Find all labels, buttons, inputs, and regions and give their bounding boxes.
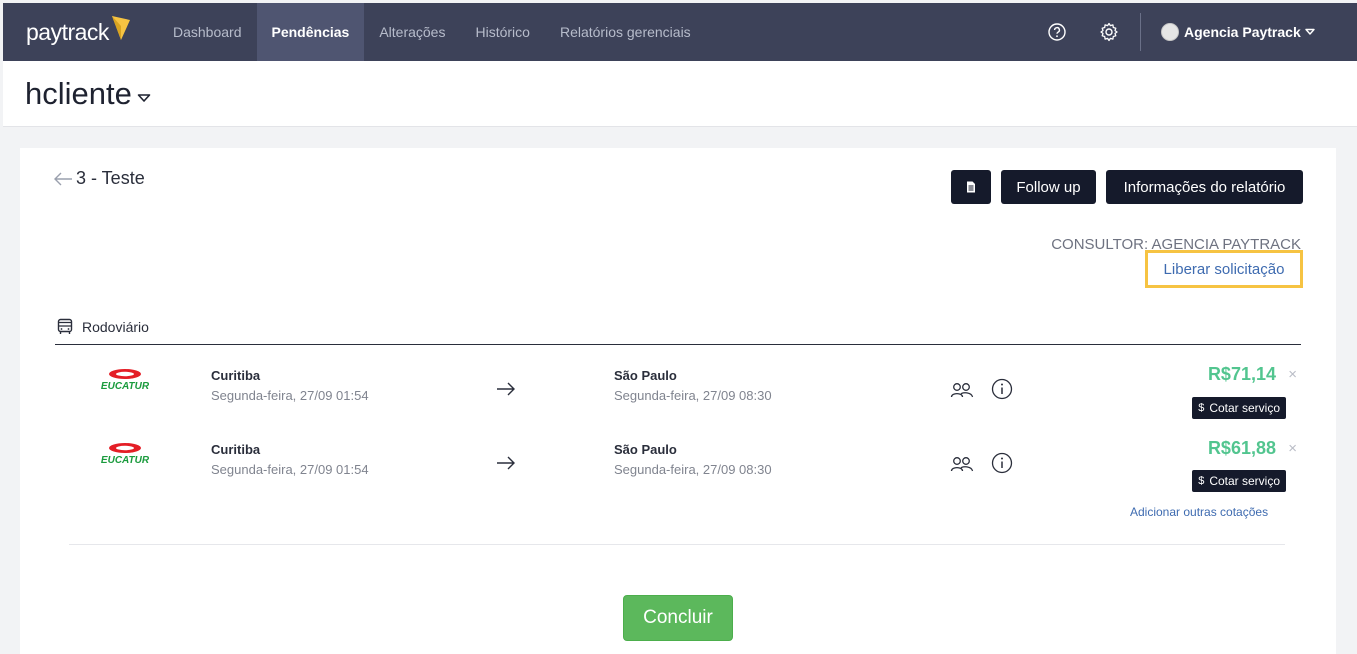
client-name: hcliente [25, 76, 132, 111]
help-icon[interactable] [1046, 21, 1068, 43]
nav-historico[interactable]: Histórico [460, 3, 544, 61]
bus-icon [57, 318, 73, 334]
back-link[interactable]: 3 - Teste [53, 168, 145, 189]
dollar-icon: $ [1198, 475, 1205, 487]
nav-relatorios-gerenciais[interactable]: Relatórios gerenciais [545, 3, 706, 61]
chevron-down-icon [137, 94, 151, 102]
trip-price: R$71,14 [1207, 364, 1276, 384]
cotar-servico-label: Cotar serviço [1209, 401, 1280, 415]
trip-row: EUCATUR Curitiba Segunda-feira, 27/09 01… [55, 360, 1301, 426]
document-icon [967, 181, 975, 193]
avatar [1161, 23, 1179, 41]
top-navbar: paytrack Dashboard Pendências Alterações… [3, 3, 1357, 61]
list-divider [69, 544, 1285, 545]
nav-alteracoes[interactable]: Alterações [364, 3, 460, 61]
logo-text: paytrack [26, 18, 109, 45]
origin-city: Curitiba [211, 368, 261, 383]
origin-date: Segunda-feira, 27/09 01:54 [211, 388, 369, 403]
document-button[interactable] [951, 170, 991, 204]
section-rodoviario: Rodoviário [56, 318, 149, 336]
info-icon[interactable] [991, 452, 1013, 474]
arrow-right-icon [497, 382, 515, 396]
add-quotes-link[interactable]: Adicionar outras cotações [1130, 505, 1268, 519]
logo-arrow-icon [111, 16, 130, 40]
origin-city: Curitiba [211, 442, 261, 457]
svg-text:EUCATUR: EUCATUR [101, 455, 150, 466]
passengers-icon[interactable] [950, 456, 974, 472]
main-nav: Dashboard Pendências Alterações Históric… [158, 3, 706, 61]
info-icon[interactable] [991, 378, 1013, 400]
arrow-right-icon [497, 456, 515, 470]
cotar-servico-button[interactable]: $ Cotar serviço [1192, 470, 1286, 492]
nav-pendencias[interactable]: Pendências [256, 3, 365, 61]
cotar-servico-button[interactable]: $ Cotar serviço [1192, 397, 1286, 419]
eucatur-logo: EUCATUR [101, 369, 150, 392]
concluir-button[interactable]: Concluir [623, 595, 733, 641]
client-selector[interactable]: hcliente [25, 76, 151, 112]
passengers-icon[interactable] [950, 382, 974, 398]
gear-icon[interactable] [1098, 21, 1120, 43]
section-divider [55, 344, 1301, 345]
report-info-button[interactable]: Informações do relatório [1106, 170, 1303, 204]
nav-dashboard[interactable]: Dashboard [158, 3, 257, 61]
user-name: Agencia Paytrack [1184, 24, 1301, 40]
report-title: 3 - Teste [76, 168, 145, 188]
destination-city: São Paulo [614, 442, 677, 457]
report-card: 3 - Teste Follow up Informações do relat… [20, 148, 1336, 654]
remove-trip-button[interactable]: × [1288, 366, 1297, 383]
nav-divider [1140, 13, 1141, 51]
dollar-icon: $ [1198, 402, 1205, 414]
cotar-servico-label: Cotar serviço [1209, 474, 1280, 488]
chevron-down-icon [1305, 28, 1315, 35]
destination-city: São Paulo [614, 368, 677, 383]
user-menu[interactable]: Agencia Paytrack [1161, 21, 1315, 43]
paytrack-logo[interactable]: paytrack [26, 15, 131, 49]
destination-date: Segunda-feira, 27/09 08:30 [614, 462, 772, 477]
destination-date: Segunda-feira, 27/09 08:30 [614, 388, 772, 403]
remove-trip-button[interactable]: × [1288, 440, 1297, 457]
trip-row: EUCATUR Curitiba Segunda-feira, 27/09 01… [55, 434, 1301, 500]
svg-text:EUCATUR: EUCATUR [101, 381, 150, 392]
client-header: hcliente [3, 61, 1357, 127]
section-label: Rodoviário [82, 319, 149, 335]
liberar-solicitacao-link[interactable]: Liberar solicitação [1145, 250, 1303, 288]
eucatur-logo: EUCATUR [101, 443, 150, 466]
trip-price: R$61,88 [1207, 438, 1276, 458]
arrow-left-icon [54, 172, 72, 185]
follow-up-button[interactable]: Follow up [1001, 170, 1096, 204]
origin-date: Segunda-feira, 27/09 01:54 [211, 462, 369, 477]
